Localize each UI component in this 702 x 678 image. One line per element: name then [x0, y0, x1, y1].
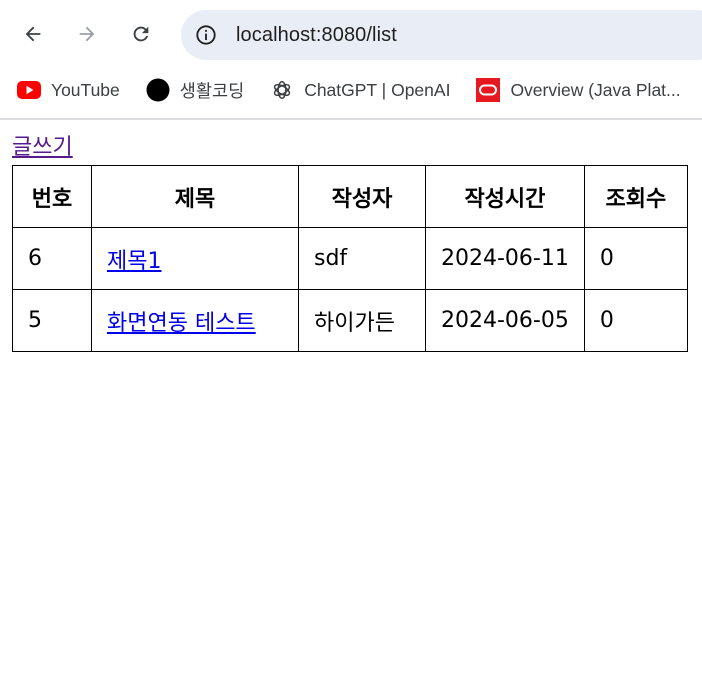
cell-title: 화면연동 테스트: [91, 289, 299, 352]
bookmark-label: ChatGPT | OpenAI: [304, 79, 451, 100]
table-row: 5 화면연동 테스트 하이가든 2024-06-05 0: [12, 289, 688, 352]
back-button[interactable]: [16, 17, 50, 51]
bookmarks-bar: YouTube 생활코딩 ChatGPT | OpenAI Overview (…: [0, 70, 702, 110]
cell-views: 0: [583, 227, 688, 290]
bookmark-label: 생활코딩: [179, 80, 245, 101]
column-header-title: 제목: [91, 165, 299, 228]
reload-button[interactable]: [124, 17, 158, 51]
post-title-link[interactable]: 화면연동 테스트: [107, 311, 256, 336]
info-icon: [196, 25, 216, 45]
cell-views: 0: [583, 289, 688, 352]
post-title-link[interactable]: 제목1: [107, 249, 161, 274]
cell-title: 제목1: [91, 227, 299, 290]
bookmark-label: Overview (Java Plat...: [510, 79, 681, 100]
write-post-link[interactable]: 글쓰기: [12, 133, 73, 165]
bookmark-chatgpt[interactable]: ChatGPT | OpenAI: [270, 78, 450, 102]
reload-icon: [133, 26, 149, 42]
table-row: 6 제목1 sdf 2024-06-11 0: [12, 227, 688, 290]
column-header-views: 조회수: [583, 165, 688, 228]
cell-writer: 하이가든: [298, 289, 426, 352]
bookmark-youtube[interactable]: YouTube: [17, 78, 120, 102]
column-header-time: 작성시간: [425, 165, 585, 228]
oracle-icon: [476, 78, 501, 102]
cell-number: 6: [12, 227, 92, 290]
openai-icon: [270, 78, 294, 102]
cell-writer: sdf: [298, 227, 426, 290]
cell-time: 2024-06-05: [425, 289, 585, 352]
url-text[interactable]: localhost:8080/list: [236, 24, 397, 47]
black-circle-icon: [146, 78, 170, 102]
column-header-writer: 작성자: [298, 165, 426, 228]
page-content: 글쓰기 번호 제목 작성자 작성시간 조회수 6 제목1 sdf 2024-06…: [12, 133, 688, 352]
forward-button[interactable]: [70, 17, 104, 51]
board-table: 번호 제목 작성자 작성시간 조회수 6 제목1 sdf 2024-06-11 …: [12, 165, 688, 352]
browser-chrome: localhost:8080/list YouTube 생활코딩 ChatGPT…: [0, 0, 702, 120]
bookmark-java-overview[interactable]: Overview (Java Plat...: [476, 78, 681, 102]
site-info-button[interactable]: [193, 22, 219, 48]
youtube-icon: [17, 78, 41, 102]
arrow-right-icon: [79, 26, 95, 42]
bookmark-label: YouTube: [51, 79, 120, 100]
column-header-number: 번호: [12, 165, 92, 228]
address-bar[interactable]: localhost:8080/list: [181, 10, 702, 60]
table-header-row: 번호 제목 작성자 작성시간 조회수: [12, 165, 688, 228]
browser-toolbar: localhost:8080/list: [0, 0, 702, 70]
cell-number: 5: [12, 289, 92, 352]
arrow-left-icon: [25, 26, 41, 42]
cell-time: 2024-06-11: [425, 227, 585, 290]
bookmark-saenghwal-coding[interactable]: 생활코딩: [146, 78, 244, 103]
